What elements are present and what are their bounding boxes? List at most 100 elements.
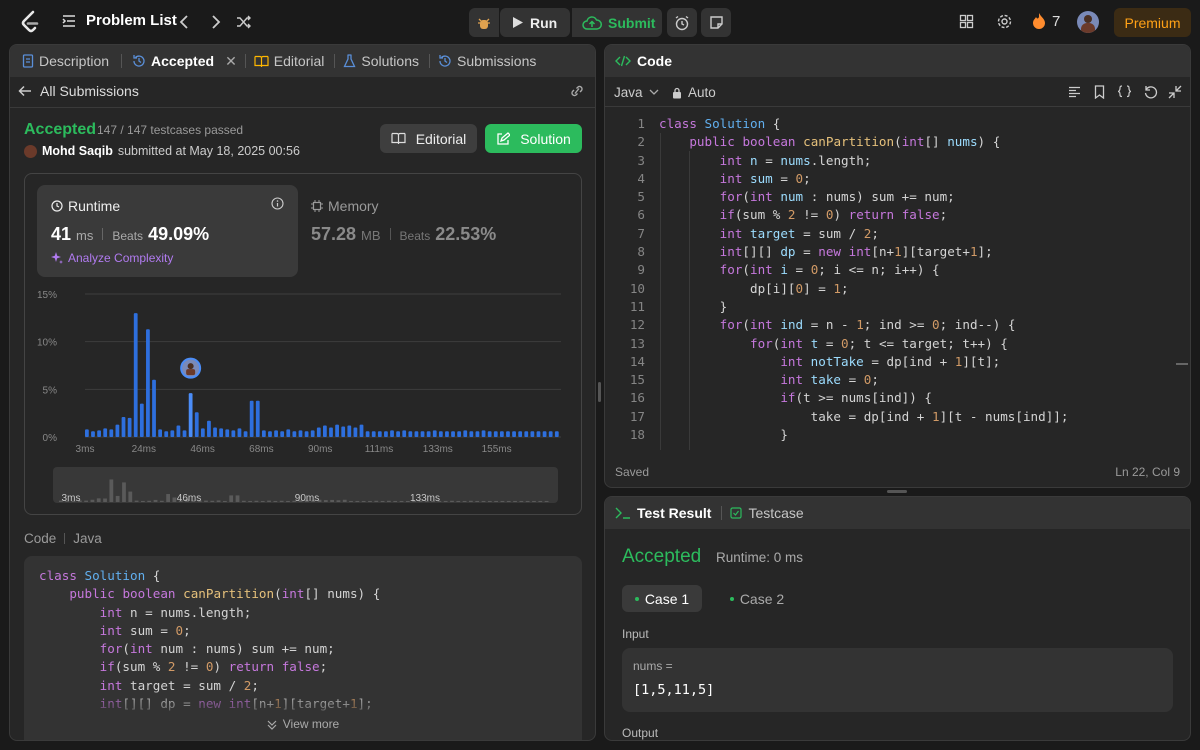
tab-testcase[interactable]: Testcase <box>722 505 804 521</box>
line-number: 17 <box>629 408 645 424</box>
collapse-icon[interactable] <box>1168 85 1182 99</box>
runtime-distribution-chart[interactable]: 15% 10% 5% 0% 3ms 24ms 46ms 68ms 90ms 111ms 133ms 1… <box>25 174 581 514</box>
prev-problem-icon[interactable] <box>178 14 190 30</box>
back-all-submissions[interactable]: All Submissions <box>18 83 139 99</box>
chart-bar <box>243 431 248 437</box>
tab-description[interactable]: Description <box>22 53 121 69</box>
chart-bar <box>182 430 187 437</box>
timer-button[interactable] <box>667 8 697 37</box>
submitter-name[interactable]: Mohd Saqib <box>42 144 113 158</box>
notes-button[interactable] <box>701 8 731 37</box>
layout-icon[interactable] <box>959 14 974 29</box>
submission-status: Accepted <box>24 121 97 138</box>
vertical-resize-handle[interactable] <box>598 382 601 402</box>
code-editor[interactable]: 1 2 3 4 5 6 7 8 9 10 11 12 13 14 15 16 17 18 class Soluti… <box>605 115 1190 450</box>
overview-bar <box>134 500 139 502</box>
indent-guide <box>660 133 661 450</box>
tab-test-result[interactable]: Test Result <box>615 505 721 521</box>
line-number: 15 <box>629 372 645 388</box>
submit-button[interactable]: Submit <box>572 8 662 37</box>
overview-bar <box>538 500 543 502</box>
tab-submissions[interactable]: Submissions <box>430 53 546 69</box>
overview-bar <box>469 500 473 502</box>
divider <box>10 107 595 108</box>
next-problem-icon[interactable] <box>210 14 222 30</box>
overview-bar <box>443 500 448 502</box>
shuffle-icon[interactable] <box>236 14 252 30</box>
code-preview: class Solution { public boolean canParti… <box>24 556 582 740</box>
chart-bar <box>536 431 541 437</box>
overview-bar <box>260 500 265 502</box>
y-tick-label: 10% <box>37 338 57 349</box>
view-more-label: View more <box>282 717 340 732</box>
tab-testcase-label: Testcase <box>748 505 804 521</box>
code-brackets-icon <box>615 55 631 67</box>
overview-bar <box>380 500 385 502</box>
chart-bar <box>280 431 285 437</box>
overview-bar <box>519 500 524 502</box>
streak-counter[interactable]: 7 <box>1032 12 1060 30</box>
chart-bar <box>207 420 211 437</box>
test-tab-bar: Test Result Testcase <box>605 497 1190 529</box>
overview-bar <box>462 500 467 502</box>
avatar-body <box>186 369 196 376</box>
premium-button[interactable]: Premium <box>1114 8 1191 37</box>
language-value: Java <box>614 85 643 100</box>
user-avatar[interactable] <box>1077 11 1099 33</box>
overview-bar <box>456 500 461 502</box>
overview-bar <box>273 500 278 502</box>
case-1-tab[interactable]: Case 1 <box>622 585 702 612</box>
avatar[interactable] <box>24 144 37 158</box>
reset-icon[interactable] <box>1144 85 1158 99</box>
chart-bar <box>97 430 101 437</box>
code-content[interactable]: class Solution { public boolean canParti… <box>659 115 1068 444</box>
tab-accepted[interactable]: Accepted ✕ <box>122 53 245 70</box>
chart-bar <box>329 427 333 437</box>
case-2-tab[interactable]: Case 2 <box>717 585 797 612</box>
editor-scrollbar[interactable] <box>1176 363 1188 365</box>
overview-bar <box>216 500 221 502</box>
solution-button[interactable]: Solution <box>485 124 582 153</box>
auto-mode[interactable]: Auto <box>672 85 716 100</box>
debug-button[interactable] <box>469 8 499 37</box>
tab-editorial[interactable]: Editorial <box>246 53 335 69</box>
chart-bar <box>115 424 120 437</box>
x-tick-label: 24ms <box>132 444 156 455</box>
editorial-button[interactable]: Editorial <box>380 124 477 153</box>
bug-icon <box>476 15 492 31</box>
language-select[interactable]: Java <box>614 85 659 100</box>
line-number: 3 <box>637 152 645 168</box>
tab-solutions[interactable]: Solutions <box>335 53 429 69</box>
chart-bar <box>219 428 224 437</box>
format-icon[interactable] <box>1068 86 1081 98</box>
chart-bar <box>249 400 254 437</box>
problem-list-button[interactable]: Problem List <box>62 12 177 29</box>
settings-gear-icon[interactable] <box>996 13 1013 30</box>
view-more-button[interactable]: View more <box>24 716 582 734</box>
overview-bar <box>481 500 486 502</box>
chart-bar <box>292 431 297 437</box>
code-lang: Java <box>73 531 102 546</box>
curly-braces-icon[interactable] <box>1117 85 1132 98</box>
overview-bar <box>153 499 158 502</box>
input-box: nums = [1,5,11,5] <box>622 648 1173 712</box>
auto-mode-label: Auto <box>688 85 716 100</box>
chart-bar <box>85 429 89 437</box>
overview-bar <box>349 500 353 502</box>
chart-bar <box>548 431 553 437</box>
case-1-label: Case 1 <box>644 590 690 607</box>
chart-bar <box>487 431 492 437</box>
chart-bar <box>109 429 114 437</box>
overview-bar <box>513 500 517 502</box>
overview-bar <box>109 479 114 502</box>
chart-bar <box>255 400 260 437</box>
run-button[interactable]: Run <box>500 8 570 37</box>
overview-bar <box>223 500 227 502</box>
leetcode-logo[interactable] <box>20 10 40 34</box>
close-tab-icon[interactable]: ✕ <box>225 53 237 70</box>
line-number: 7 <box>637 225 645 241</box>
chart-bar <box>237 428 242 437</box>
link-icon[interactable] <box>569 85 585 97</box>
horizontal-resize-handle[interactable] <box>887 490 907 493</box>
bookmark-icon[interactable] <box>1094 85 1105 99</box>
